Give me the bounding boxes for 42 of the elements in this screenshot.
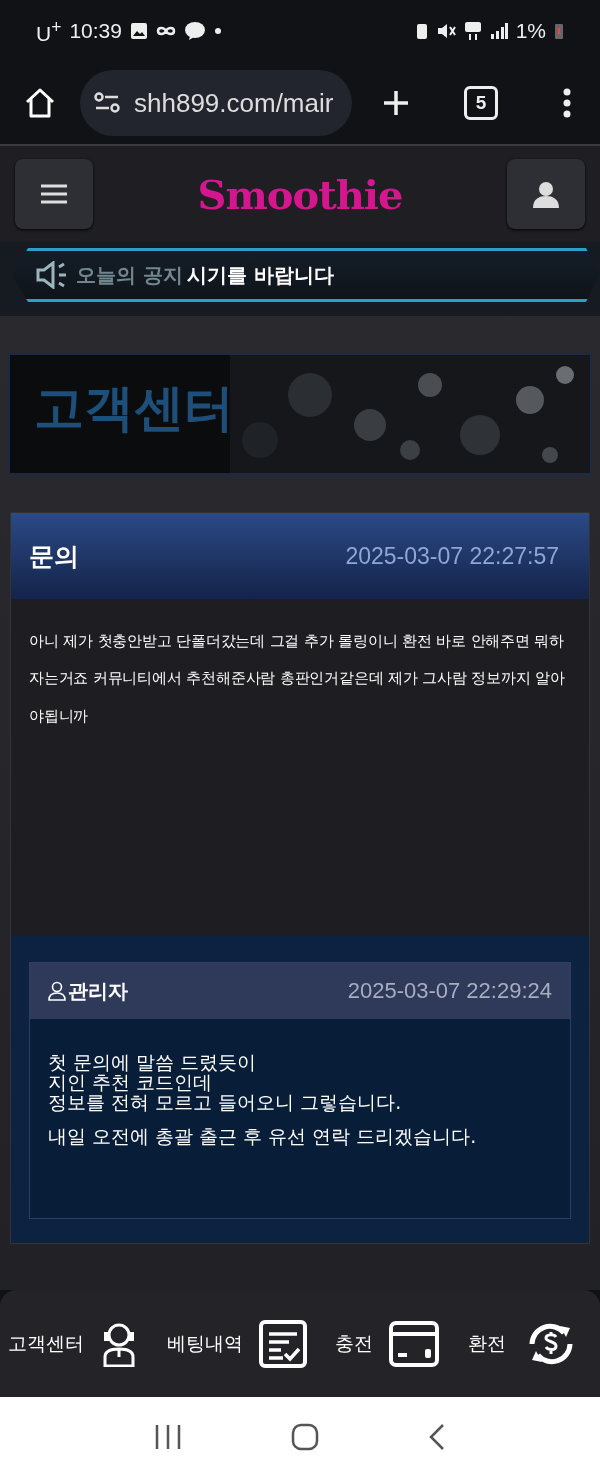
new-tab-icon[interactable] — [382, 89, 410, 117]
checklist-icon — [258, 1319, 307, 1368]
reply-paragraph: 첫 문의에 말씀 드렸듯이 지인 추천 코드인데 정보를 전혀 모르고 들어오니 그렇습니다. — [48, 1053, 403, 1113]
menu-icon[interactable] — [562, 88, 572, 118]
back-icon[interactable] — [427, 1423, 446, 1451]
nav-item[interactable]: 환전 — [467, 1319, 580, 1368]
reply-paragraph: 내일 오전에 총괄 출근 후 유선 연락 드리겠습니다. — [48, 1126, 478, 1147]
home-icon[interactable] — [291, 1423, 319, 1451]
nav-item[interactable]: 고객센터 — [8, 1320, 138, 1367]
speaker-icon — [36, 261, 68, 289]
account-button[interactable] — [507, 159, 585, 229]
notice-label: 오늘의 공지 — [76, 261, 183, 289]
tab-count-button[interactable]: 5 — [464, 86, 498, 120]
menu-button[interactable] — [15, 159, 93, 229]
battery-icon — [554, 22, 564, 40]
credit-card-icon — [389, 1320, 440, 1367]
recent-apps-icon[interactable] — [154, 1424, 183, 1450]
image-icon — [129, 22, 148, 40]
chat-bubble-icon — [183, 21, 206, 41]
battery-saver-icon — [415, 22, 428, 40]
inquiry-text: 아니 제가 첫충안받고 단폴더갔는데 그걸 추가 롤링이니 환전 바로 안해주면 뭐하자는거죠 커뮤니티에서 추천해준사람 총판인거같은데 제가 그사람 정보까지 알아야됩니까 — [28, 631, 566, 727]
banner-title: 고객센터 — [34, 378, 234, 439]
user-icon — [532, 180, 560, 208]
site-settings-icon[interactable] — [94, 92, 120, 114]
user-icon — [48, 981, 66, 1001]
inquiry-title: 문의 — [29, 540, 79, 573]
mute-icon — [435, 22, 456, 40]
clock: 10:39 — [69, 19, 122, 43]
notice-message: 시기를 바랍니다 — [186, 261, 334, 289]
dot-icon — [213, 27, 222, 35]
infinity-icon — [155, 25, 176, 37]
inquiry-date: 2025-03-07 22:27:57 — [345, 542, 559, 570]
nav-item[interactable]: 충전 — [335, 1320, 440, 1367]
address-bar[interactable]: shh899.com/mair — [80, 70, 352, 136]
carrier: U$^{+}$ — [36, 16, 62, 46]
signal-icon — [489, 23, 508, 39]
network-icon — [463, 21, 482, 41]
menu-icon — [40, 183, 68, 205]
reply-author: 관리자 — [68, 977, 128, 1005]
nav-item[interactable]: 베팅내역 — [166, 1319, 307, 1368]
reply-date: 2025-03-07 22:29:24 — [347, 978, 552, 1004]
battery-level: 1% — [515, 19, 546, 43]
